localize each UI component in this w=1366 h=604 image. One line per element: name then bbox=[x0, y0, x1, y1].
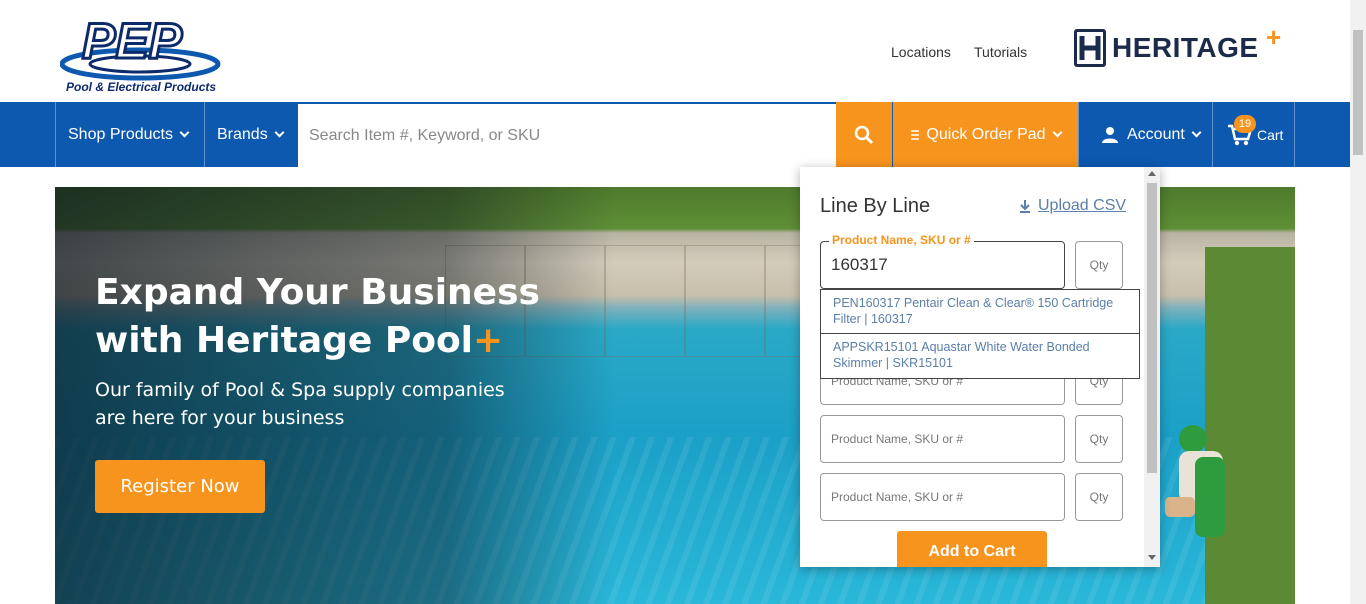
scroll-down-icon[interactable] bbox=[1148, 555, 1156, 560]
quick-order-pad-button[interactable]: Quick Order Pad bbox=[893, 102, 1078, 167]
chevron-down-icon bbox=[1191, 127, 1202, 138]
hero-headline-line1: Expand Your Business bbox=[95, 272, 540, 313]
product-field-3 bbox=[820, 415, 1065, 463]
hero-subtext: Our family of Pool & Spa supply companie… bbox=[95, 379, 505, 429]
brands-menu[interactable]: Brands bbox=[204, 102, 298, 167]
download-icon bbox=[1020, 200, 1030, 213]
tutorials-link[interactable]: Tutorials bbox=[974, 44, 1027, 60]
search-icon bbox=[854, 125, 874, 144]
site-header: PEP Pool & Electrical Products Locations… bbox=[0, 0, 1350, 102]
quick-order-pad-label: Quick Order Pad bbox=[926, 125, 1046, 143]
register-now-button[interactable]: Register Now bbox=[95, 460, 265, 513]
user-icon bbox=[1102, 126, 1118, 143]
pep-logo-text: PEP bbox=[82, 13, 183, 69]
upload-csv-label: Upload CSV bbox=[1038, 197, 1127, 214]
page-scrollbar[interactable] bbox=[1350, 0, 1366, 604]
qty-input-4[interactable] bbox=[1076, 474, 1122, 520]
shop-products-label: Shop Products bbox=[68, 125, 173, 143]
search-box bbox=[298, 102, 836, 167]
add-to-cart-button[interactable]: Add to Cart bbox=[897, 531, 1047, 567]
product-input-3[interactable] bbox=[821, 416, 1064, 462]
search-button[interactable] bbox=[836, 102, 892, 167]
worker-image bbox=[1165, 425, 1225, 537]
cart-label: Cart bbox=[1257, 126, 1284, 143]
product-field-4 bbox=[820, 473, 1065, 521]
account-label: Account bbox=[1127, 125, 1185, 143]
heritage-h-icon bbox=[1074, 29, 1106, 67]
scroll-up-icon[interactable] bbox=[1148, 171, 1156, 176]
product-field-1: Product Name, SKU or # bbox=[820, 233, 1065, 289]
chevron-down-icon bbox=[1052, 127, 1063, 138]
pool-tile bbox=[685, 245, 765, 357]
heritage-plus: + bbox=[1266, 22, 1282, 52]
chevron-down-icon bbox=[179, 127, 190, 138]
qty-field-4 bbox=[1075, 473, 1123, 521]
heritage-logo[interactable]: HERITAGE + bbox=[1074, 22, 1281, 68]
hero-plus: + bbox=[473, 320, 504, 362]
search-input[interactable] bbox=[298, 104, 836, 167]
product-input-1[interactable] bbox=[821, 242, 1064, 288]
shop-products-menu[interactable]: Shop Products bbox=[55, 102, 204, 167]
product-input-4[interactable] bbox=[821, 474, 1064, 520]
list-icon bbox=[911, 129, 920, 140]
autocomplete-list: PEN160317 Pentair Clean & Clear® 150 Car… bbox=[820, 289, 1140, 379]
qty-field-1 bbox=[1075, 241, 1123, 289]
panel-scrollbar[interactable] bbox=[1144, 167, 1160, 567]
locations-link[interactable]: Locations bbox=[891, 44, 951, 60]
hero-headline: Expand Your Business with Heritage Pool+ bbox=[95, 269, 575, 365]
autocomplete-item[interactable]: APPSKR15101 Aquastar White Water Bonded … bbox=[821, 334, 1139, 378]
logo-subtitle: Pool & Electrical Products bbox=[66, 80, 217, 94]
autocomplete-item[interactable]: PEN160317 Pentair Clean & Clear® 150 Car… bbox=[821, 290, 1139, 334]
product-field-label: Product Name, SKU or # bbox=[829, 233, 974, 247]
qty-field-3 bbox=[1075, 415, 1123, 463]
qty-input-1[interactable] bbox=[1076, 242, 1122, 288]
account-menu[interactable]: Account bbox=[1078, 102, 1212, 167]
chevron-down-icon bbox=[274, 127, 285, 138]
brands-label: Brands bbox=[217, 125, 268, 143]
scrollbar-thumb[interactable] bbox=[1147, 183, 1157, 473]
hero-headline-line2: with Heritage Pool bbox=[95, 320, 474, 362]
line-by-line-title: Line By Line bbox=[820, 195, 931, 217]
cart-count-badge: 19 bbox=[1234, 115, 1256, 133]
pool-tile bbox=[605, 245, 685, 357]
heritage-logo-text: HERITAGE bbox=[1112, 32, 1259, 63]
quick-order-pad-panel: Line By Line Upload CSV Product Name, SK… bbox=[800, 167, 1160, 567]
upload-csv-link[interactable]: Upload CSV bbox=[1018, 197, 1126, 215]
qty-input-3[interactable] bbox=[1076, 416, 1122, 462]
cart-button[interactable]: Cart bbox=[1212, 102, 1295, 167]
page-scrollbar-thumb[interactable] bbox=[1353, 30, 1363, 155]
